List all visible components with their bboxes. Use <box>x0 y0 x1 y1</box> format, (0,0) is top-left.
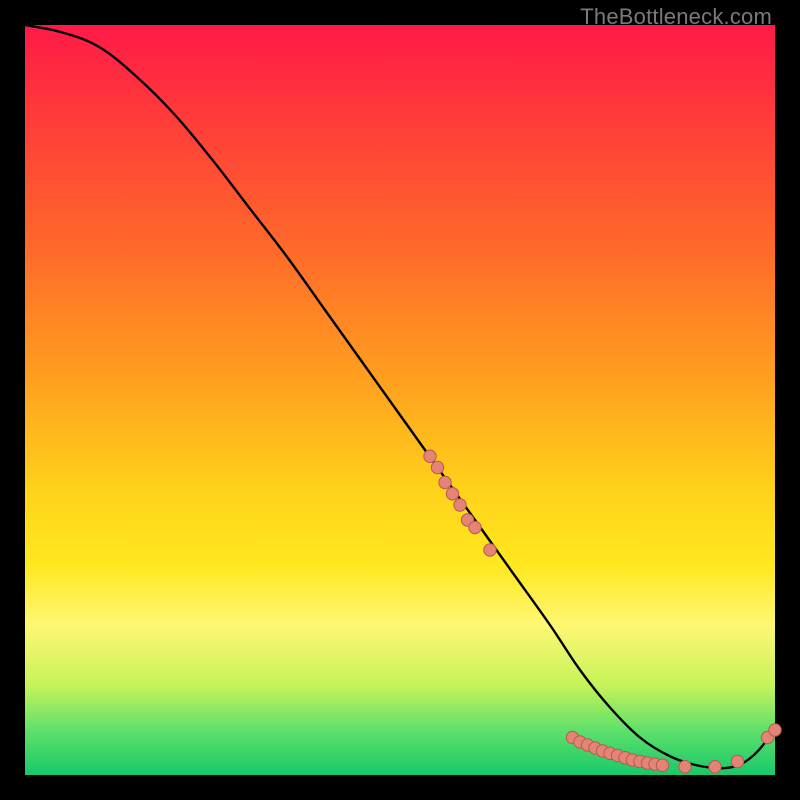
curve-marker <box>484 544 496 556</box>
curve-marker <box>469 521 481 533</box>
curve-marker <box>424 450 436 462</box>
curve-marker <box>446 488 458 500</box>
curve-marker <box>656 759 668 771</box>
chart-overlay-svg <box>25 25 775 775</box>
curve-markers <box>424 450 781 773</box>
curve-marker <box>431 461 443 473</box>
curve-marker <box>439 476 451 488</box>
curve-marker <box>731 755 743 767</box>
curve-marker <box>679 761 691 773</box>
curve-marker <box>454 499 466 511</box>
curve-marker <box>769 724 781 736</box>
bottleneck-curve <box>25 25 775 768</box>
chart-stage: TheBottleneck.com <box>0 0 800 800</box>
curve-marker <box>709 761 721 773</box>
